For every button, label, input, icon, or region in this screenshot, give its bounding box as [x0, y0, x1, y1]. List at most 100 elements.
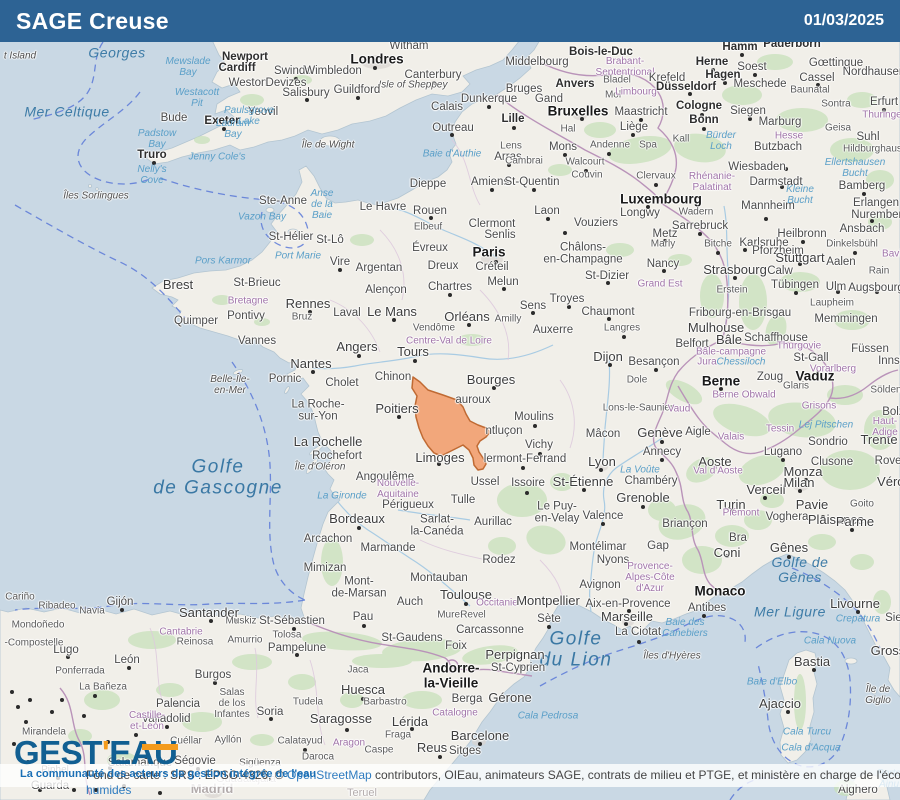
alderney-island: [285, 198, 291, 202]
city-dot: [606, 281, 610, 285]
city-dot: [798, 262, 802, 266]
city-dot: [410, 727, 414, 731]
city-dot: [798, 489, 802, 493]
gesteau-logo-text: GEST'EAU: [14, 734, 178, 771]
city-dot: [812, 668, 816, 672]
city-dot: [821, 515, 825, 519]
city-dot: [305, 98, 309, 102]
map-svg: [0, 42, 900, 800]
city-dot: [784, 167, 788, 171]
city-dot: [519, 665, 523, 669]
city-dot: [357, 526, 361, 530]
city-dot: [716, 251, 720, 255]
city-dot: [294, 77, 298, 81]
city-dot: [702, 614, 706, 618]
city-dot: [127, 666, 131, 670]
city-dot: [733, 276, 737, 280]
city-dot: [743, 248, 747, 252]
city-dot: [242, 64, 246, 68]
city-dot: [804, 478, 808, 482]
city-dot: [753, 73, 757, 77]
zones-humides-link-part2[interactable]: humides: [86, 783, 131, 797]
city-dot: [50, 710, 54, 714]
city-dot: [295, 653, 299, 657]
city-dot: [413, 359, 417, 363]
city-dot: [502, 287, 506, 291]
city-dot: [158, 791, 162, 795]
city-dot: [711, 68, 715, 72]
city-dot: [870, 219, 874, 223]
city-dot: [303, 748, 307, 752]
city-dot: [512, 126, 516, 130]
city-dot: [547, 625, 551, 629]
city-dot: [563, 231, 567, 235]
gesteau-logo: GEST'EAU: [14, 734, 178, 771]
city-dot: [688, 92, 692, 96]
city-dot: [269, 717, 273, 721]
city-dot: [599, 468, 603, 472]
city-dot: [607, 317, 611, 321]
city-dot: [494, 260, 498, 264]
city-dot: [639, 118, 643, 122]
map-canvas[interactable]: t Island Georges Mer Celtique Mewslade Bay N…: [0, 42, 900, 800]
city-dot: [836, 290, 840, 294]
city-dot: [448, 293, 452, 297]
city-dot: [786, 710, 790, 714]
city-dot: [82, 714, 86, 718]
guernsey-island: [265, 207, 275, 213]
city-dot: [882, 108, 886, 112]
city-dot: [533, 424, 537, 428]
city-dot: [234, 619, 238, 623]
city-dot: [853, 251, 857, 255]
city-dot: [345, 728, 349, 732]
city-dot: [292, 627, 296, 631]
city-dot: [816, 83, 820, 87]
logo-orange-bar: [142, 744, 178, 750]
city-dot: [311, 370, 315, 374]
city-dot: [850, 528, 854, 532]
city-dot: [356, 96, 360, 100]
city-dot: [725, 554, 729, 558]
city-dot: [748, 117, 752, 121]
city-dot: [654, 183, 658, 187]
city-dot: [165, 725, 169, 729]
city-dot: [222, 127, 226, 131]
city-dot: [450, 133, 454, 137]
city-dot: [660, 440, 664, 444]
city-dot: [308, 310, 312, 314]
city-dot: [723, 81, 727, 85]
city-dot: [702, 127, 706, 131]
giglio-island: [871, 689, 877, 695]
city-dot: [38, 788, 42, 792]
city-dot: [567, 305, 571, 309]
scilly-island: [88, 183, 93, 188]
city-dot: [24, 720, 28, 724]
city-dot: [637, 640, 641, 644]
city-dot: [487, 105, 491, 109]
city-dot: [392, 318, 396, 322]
city-dot: [660, 458, 664, 462]
city-dot: [209, 619, 213, 623]
city-dot: [646, 205, 650, 209]
city-dot: [490, 188, 494, 192]
city-dot: [373, 66, 377, 70]
city-dot: [120, 608, 124, 612]
city-dot: [700, 113, 704, 117]
header-bar: SAGE Creuse 01/03/2025: [0, 0, 900, 42]
jersey-island: [287, 228, 299, 236]
city-dot: [10, 690, 14, 694]
city-dot: [72, 788, 76, 792]
city-dot: [546, 217, 550, 221]
city-dot: [175, 703, 179, 707]
city-dot: [429, 216, 433, 220]
city-dot: [730, 508, 734, 512]
city-dot: [856, 610, 860, 614]
city-dot: [152, 161, 156, 165]
map-date: 01/03/2025: [803, 12, 884, 29]
city-dot: [582, 488, 586, 492]
city-dot: [627, 609, 631, 613]
city-dot: [532, 188, 536, 192]
city-dot: [361, 697, 365, 701]
city-dot: [875, 290, 879, 294]
city-dot: [397, 415, 401, 419]
